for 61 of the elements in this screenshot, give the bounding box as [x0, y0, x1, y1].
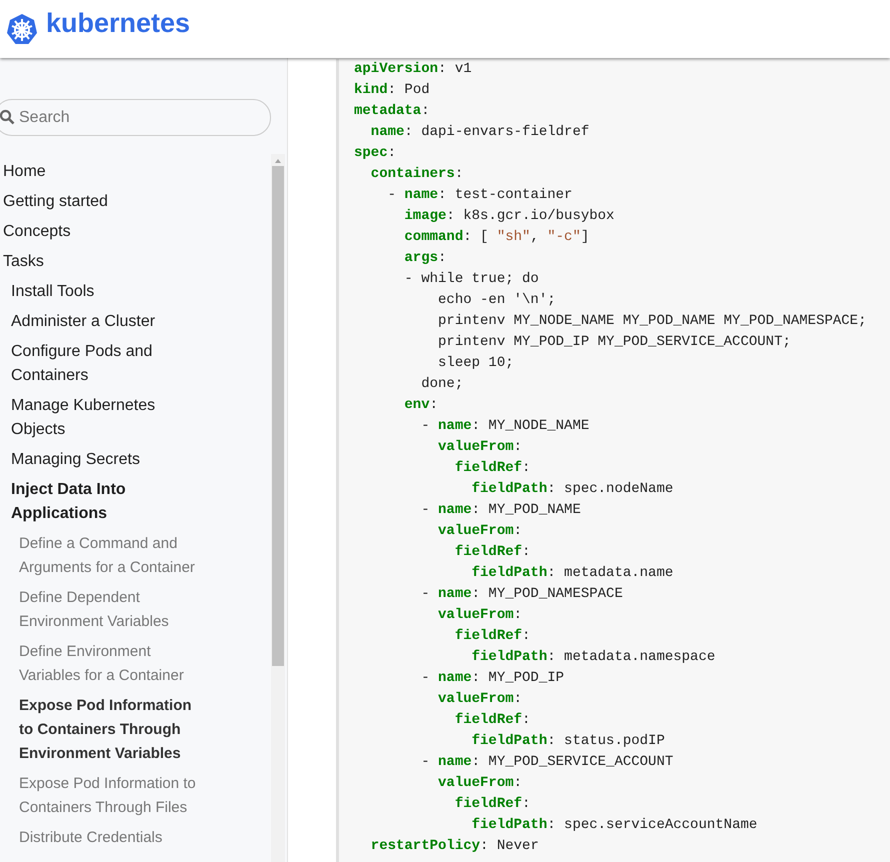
code-line: fieldRef: — [454, 711, 530, 730]
sidebar-nav-link[interactable]: Expose Pod Information to Containers Through Files — [3, 769, 204, 823]
code-line: args: — [403, 249, 446, 268]
code-line: fieldPath: status.podIP — [470, 732, 665, 751]
sidebar-nav-link[interactable]: Concepts — [3, 217, 188, 247]
code-line: metadata: — [354, 102, 430, 121]
code-line: containers: — [370, 165, 464, 184]
code-line: fieldPath: metadata.namespace — [470, 648, 716, 667]
code-line: name: dapi-envars-fieldref — [370, 123, 590, 142]
sidebar-nav-link[interactable]: Manage Kubernetes Objects — [3, 391, 196, 445]
code-line: image: k8s.gcr.io/busybox — [403, 207, 614, 226]
sidebar-nav-link[interactable]: Home — [3, 157, 188, 187]
sidebar-nav-link[interactable]: Inject Data Into Applications — [3, 475, 196, 529]
code-line: restartPolicy: Never — [370, 837, 539, 856]
code-line: spec: — [354, 144, 396, 163]
code-line: - while true; do — [403, 270, 539, 289]
search-field[interactable]: Search — [0, 99, 271, 136]
code-line: fieldRef: — [454, 627, 530, 646]
code-line: fieldPath: spec.nodeName — [470, 480, 674, 499]
sidebar-nav-link[interactable]: Configure Pods and Containers — [3, 337, 196, 391]
sidebar-nav-link[interactable]: Getting started — [3, 187, 188, 217]
code-line: valueFrom: — [437, 522, 522, 541]
scroll-up-arrow-icon[interactable] — [274, 158, 282, 164]
sidebar-nav-link[interactable]: Administer a Cluster — [3, 307, 196, 337]
sidebar-nav-link[interactable]: Define a Command and Arguments for a Container — [3, 529, 204, 583]
code-line: printenv MY_POD_IP MY_POD_SERVICE_ACCOUNT; — [437, 333, 791, 352]
code-line: fieldPath: metadata.name — [470, 564, 674, 583]
sidebar-nav-link[interactable]: Install Tools — [3, 277, 196, 307]
code-line: valueFrom: — [437, 438, 522, 457]
code-line: - name: test-container — [386, 186, 572, 205]
code-line: - name: MY_NODE_NAME — [420, 417, 590, 436]
sidebar-nav-link[interactable]: Managing Secrets — [3, 445, 196, 475]
search-icon — [0, 109, 15, 125]
sidebar-nav-link[interactable]: Define Environment Variables for a Container — [3, 637, 204, 691]
code-line: fieldRef: — [454, 459, 530, 478]
code-line: kind: Pod — [354, 81, 430, 100]
code-line: done; — [420, 375, 464, 394]
code-line: valueFrom: — [437, 606, 522, 625]
helm-wheel-logo-icon — [6, 13, 38, 45]
code-line: apiVersion: v1 — [354, 60, 472, 79]
code-line: echo -en '\n'; — [437, 291, 556, 310]
code-line: fieldRef: — [454, 795, 530, 814]
code-line: - name: MY_POD_SERVICE_ACCOUNT — [420, 753, 674, 772]
code-line: - name: MY_POD_NAMESPACE — [420, 585, 623, 604]
code-line: - name: MY_POD_IP — [420, 669, 564, 688]
brand-name[interactable]: kubernetes — [46, 2, 190, 44]
sidebar-nav-link[interactable]: Expose Pod Information to Containers Through Environment Variables — [3, 691, 204, 769]
code-line: fieldRef: — [454, 543, 530, 562]
code-line: env: — [403, 396, 438, 415]
sidebar-nav-link[interactable]: Tasks — [3, 247, 188, 277]
scrollbar[interactable] — [271, 154, 285, 862]
code-line: fieldPath: spec.serviceAccountName — [470, 816, 758, 835]
scrollbar-thumb[interactable] — [272, 166, 284, 666]
sidebar-nav-link[interactable]: Distribute Credentials — [3, 823, 204, 853]
sidebar-nav-link[interactable]: Define Dependent Environment Variables — [3, 583, 204, 637]
code-line: valueFrom: — [437, 774, 522, 793]
code-line: command: [ "sh", "-c"] — [403, 228, 590, 247]
code-line: sleep 10; — [437, 354, 514, 373]
code-line: - name: MY_POD_NAME — [420, 501, 581, 520]
code-line: valueFrom: — [437, 690, 522, 709]
code-line: printenv MY_NODE_NAME MY_POD_NAME MY_POD_NAMESPACE; — [437, 312, 866, 331]
